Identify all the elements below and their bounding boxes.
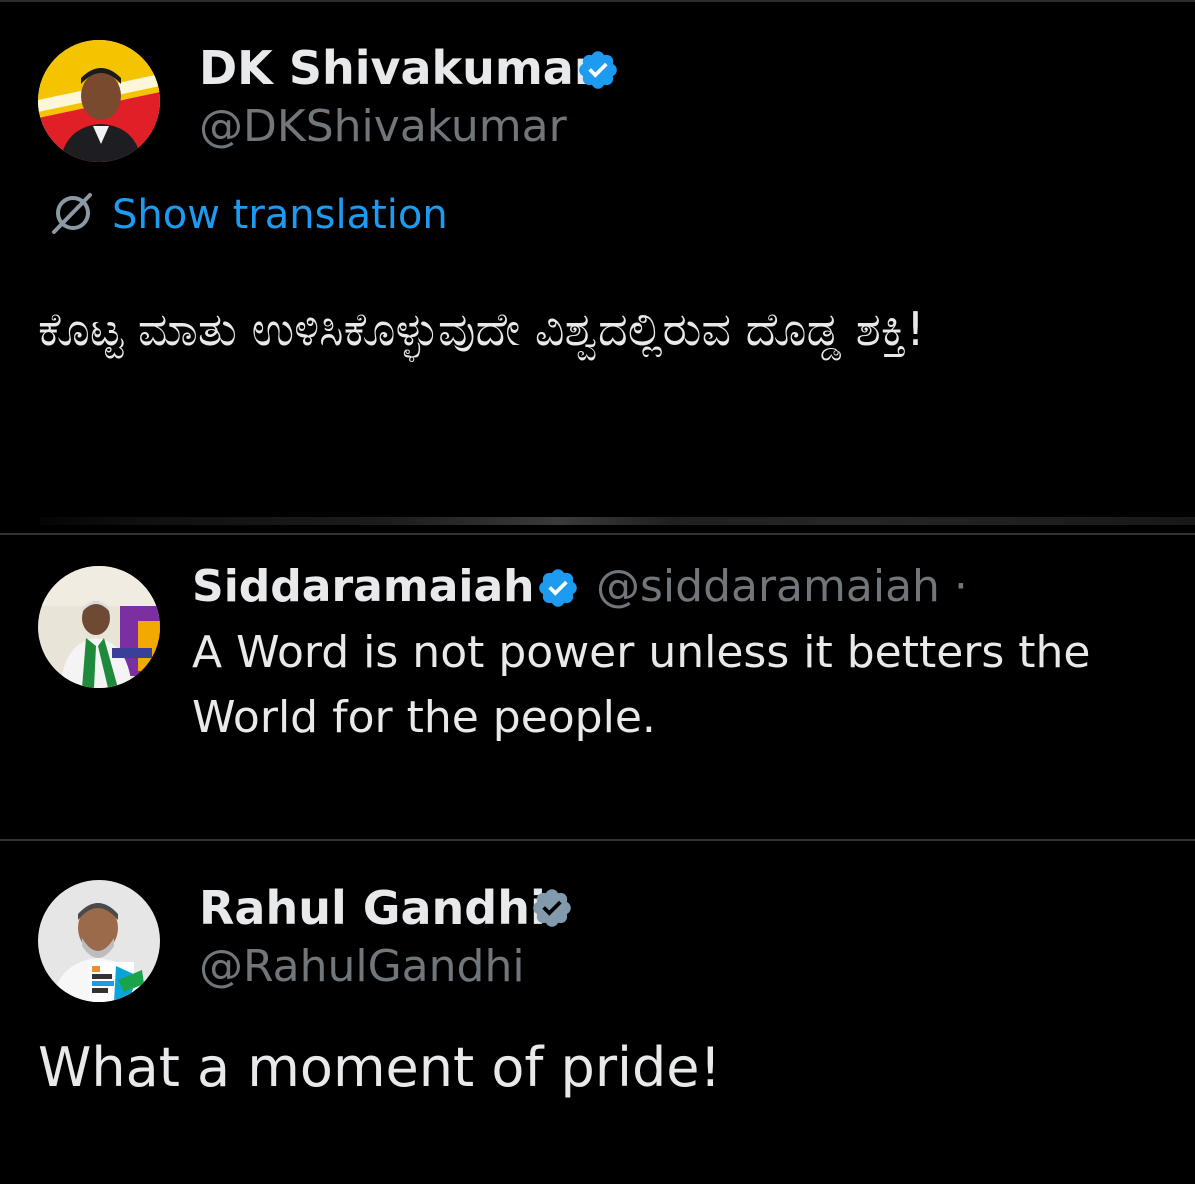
show-translation-button[interactable]: Show translation <box>50 190 448 240</box>
user-handle[interactable]: @siddaramaiah · <box>596 560 968 614</box>
display-name[interactable]: DK Shivakumar <box>199 40 597 96</box>
tweet-divider <box>0 533 1195 535</box>
verified-badge-icon <box>536 566 580 610</box>
tweet-text: ಕೊಟ್ಟ ಮಾತು ಉಳಿಸಿಕೊಳ್ಳುವುದೇ ವಿಶ್ವದಲ್ಲಿರುವ… <box>38 302 925 356</box>
avatar-dk-shivakumar[interactable] <box>38 40 160 162</box>
user-handle[interactable]: @RahulGandhi <box>199 940 525 994</box>
tweet-divider <box>0 839 1195 841</box>
avatar-siddaramaiah[interactable] <box>38 566 160 688</box>
globe-slash-icon <box>50 190 96 240</box>
user-handle[interactable]: @DKShivakumar <box>199 100 567 154</box>
verified-badge-icon <box>576 48 620 92</box>
media-preview-strip <box>40 517 1195 525</box>
tweet-text: A Word is not power unless it betters th… <box>192 627 1091 743</box>
display-name[interactable]: Rahul Gandhi <box>199 880 546 936</box>
show-translation-label[interactable]: Show translation <box>112 190 448 240</box>
avatar-rahul-gandhi[interactable] <box>38 880 160 1002</box>
verified-badge-icon <box>530 886 574 930</box>
top-divider <box>0 0 1195 2</box>
tweet-text: What a moment of pride! <box>38 1036 722 1099</box>
display-name[interactable]: Siddaramaiah <box>192 560 534 614</box>
